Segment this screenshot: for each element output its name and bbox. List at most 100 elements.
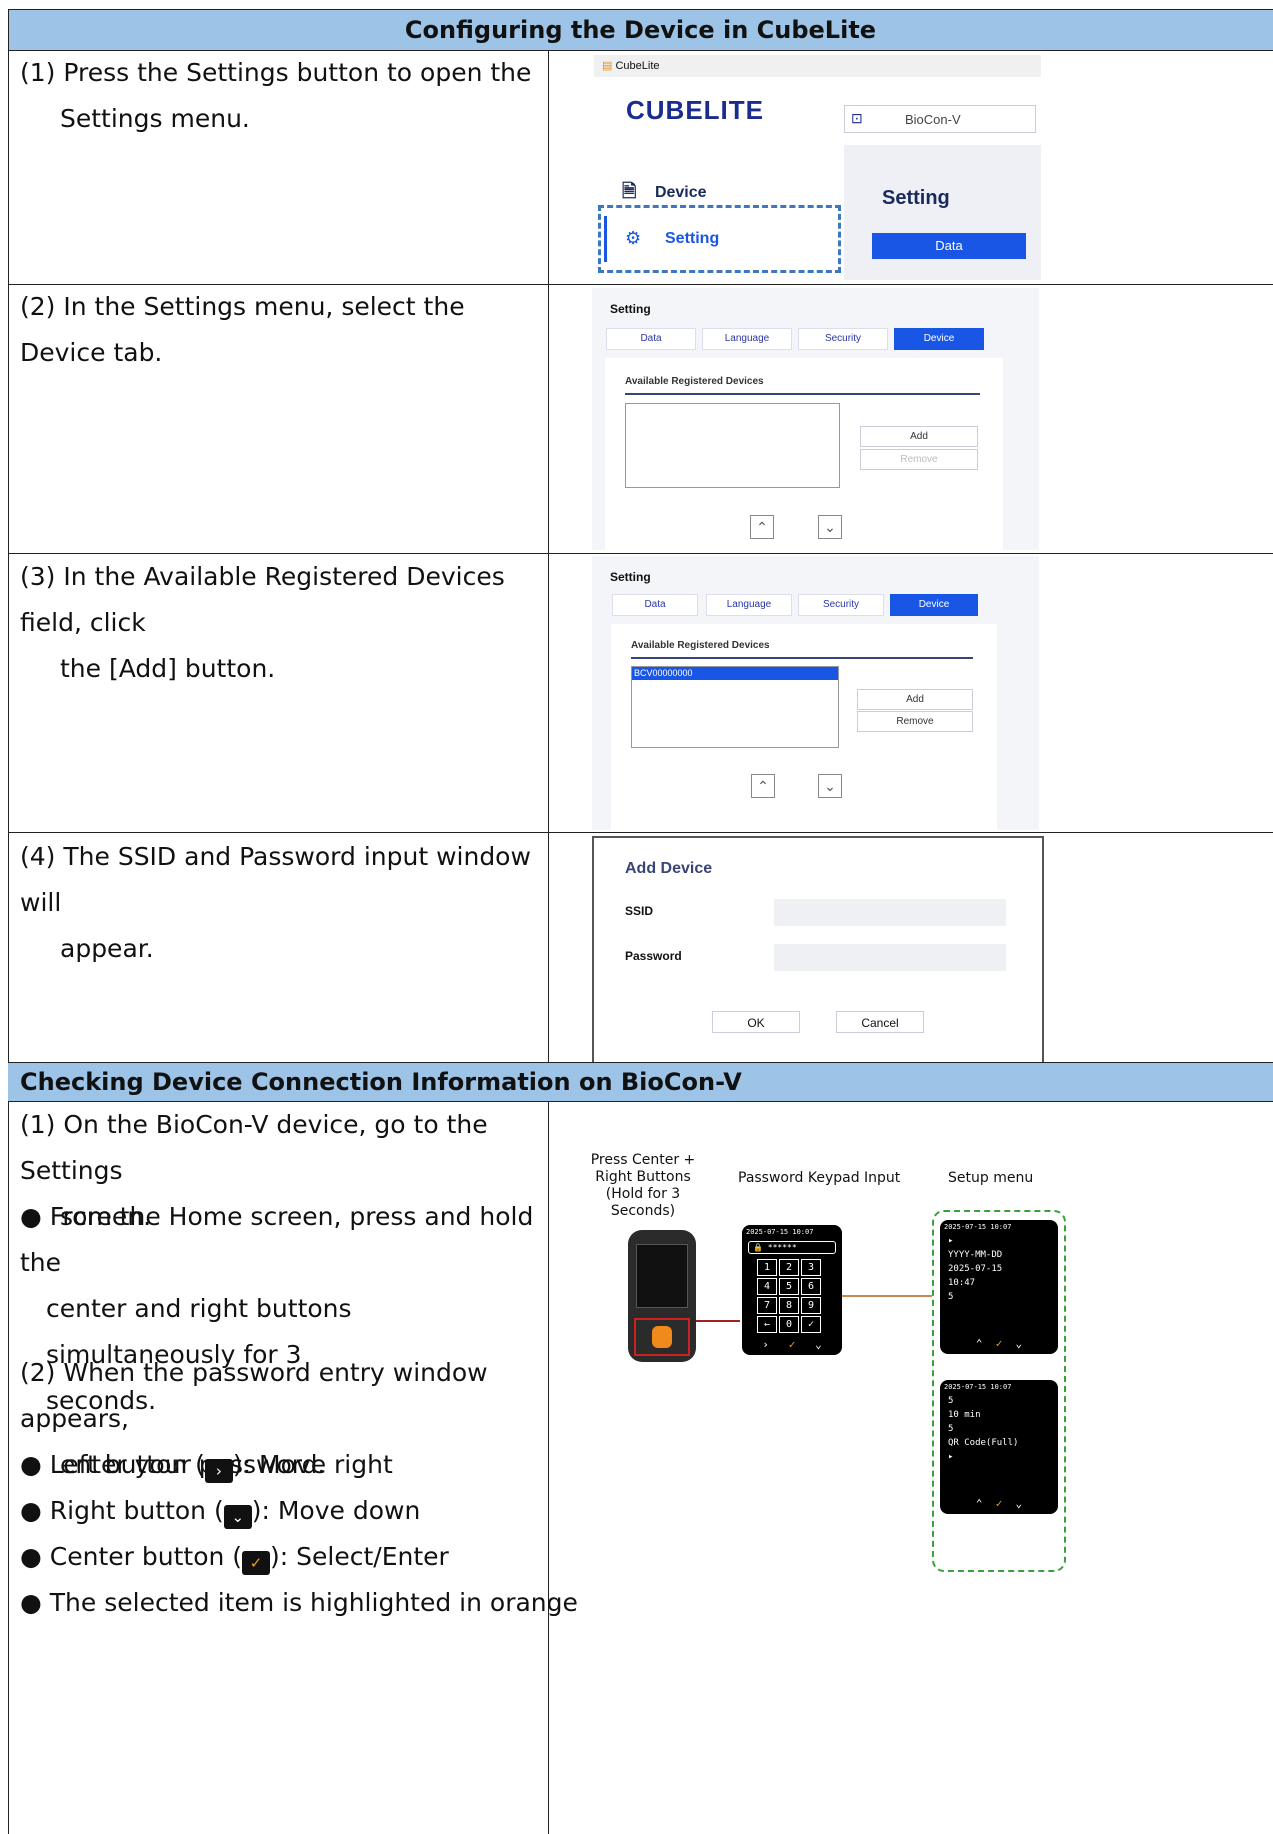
cancel-button[interactable]: Cancel [836, 1011, 924, 1033]
settings-title: Setting [610, 570, 651, 584]
label-setup: Setup menu [948, 1170, 1034, 1186]
device-selector[interactable]: ⊡ BioCon-V [844, 105, 1036, 133]
key: 0 [779, 1316, 799, 1333]
panel-title: Setting [882, 187, 950, 209]
device-screen [636, 1244, 688, 1308]
tab-security[interactable]: Security [798, 594, 884, 616]
active-indicator [604, 216, 607, 262]
setup-lcd-1: 2025-07-15 10:07 ▸ YYYY-MM-DD 2025-07-15… [940, 1220, 1058, 1354]
step-3: (3) In the Available Registered Devices … [20, 562, 505, 683]
s2-bullet-center: ● Center button (✓): Select/Enter [20, 1534, 449, 1580]
check-icon: ✓ [242, 1551, 271, 1575]
dialog-title: Add Device [625, 860, 713, 877]
window-titlebar: ▤ CubeLite [594, 55, 1041, 77]
lcd-nav: › ✓ ⌄ [762, 1338, 822, 1351]
menu-setting[interactable]: ⚙ Setting [598, 205, 841, 273]
add-button[interactable]: Add [857, 689, 973, 710]
key: ← [757, 1316, 777, 1333]
tab-security[interactable]: Security [798, 328, 888, 350]
column-divider [548, 1102, 549, 1834]
key: 3 [801, 1259, 821, 1276]
section-label: Available Registered Devices [631, 640, 770, 651]
key: 1 [757, 1259, 777, 1276]
chevron-right-icon: › [204, 1459, 233, 1483]
section-header-checking: Checking Device Connection Information o… [8, 1063, 1273, 1101]
label-keypad: Password Keypad Input [738, 1170, 901, 1186]
settings-screenshot-empty: Setting Data Language Security Device Av… [592, 288, 1039, 550]
chevron-down-icon: ⌄ [223, 1505, 252, 1529]
key: ✓ [801, 1316, 821, 1333]
section-header-configuring: Configuring the Device in CubeLite [8, 10, 1273, 50]
tab-language[interactable]: Language [706, 594, 792, 616]
section-underline [625, 393, 980, 395]
table-left-border [8, 9, 9, 1834]
app-icon: ▤ [602, 60, 613, 72]
settings-panel: Setting Data [844, 145, 1041, 280]
tab-device[interactable]: Device [890, 594, 978, 616]
ok-button[interactable]: OK [712, 1011, 800, 1033]
document-icon: 🗎 [622, 181, 637, 201]
tab-data[interactable]: Data [606, 328, 696, 350]
keypad-lcd: 2025-07-15 10:07 🔒 ****** 123 456 789 ← 0… [742, 1225, 842, 1355]
tab-device[interactable]: Device [894, 328, 984, 350]
section-label: Available Registered Devices [625, 376, 764, 387]
arrow-to-keypad [696, 1320, 740, 1322]
lcd-time: 2025-07-15 10:07 [746, 1228, 814, 1236]
chevron-down-icon[interactable]: ⌄ [818, 774, 842, 798]
password-field[interactable] [774, 944, 1006, 971]
ssid-field[interactable] [774, 899, 1006, 926]
section-title: Checking Device Connection Information o… [20, 1068, 742, 1096]
key: 4 [757, 1278, 777, 1295]
table-border [8, 9, 1273, 10]
bullet-icon: ● [20, 1202, 42, 1231]
biocon-device [628, 1230, 696, 1362]
s2-bullet-right: ● Right button (⌄): Move down [20, 1488, 420, 1534]
device-list[interactable]: BCV00000000 [631, 666, 839, 748]
label-press: Press Center + Right Buttons (Hold for 3… [590, 1152, 696, 1219]
column-divider [548, 50, 549, 1062]
device-orange-button [652, 1326, 672, 1348]
settings-screenshot-with-device: Setting Data Language Security Device Av… [592, 556, 1039, 830]
key: 5 [779, 1278, 799, 1295]
key: 9 [801, 1297, 821, 1314]
remove-button[interactable]: Remove [860, 449, 978, 470]
add-device-dialog: Add Device SSID Password OK Cancel [592, 836, 1044, 1064]
cubelite-screenshot: ▤ CubeLite CUBELITE ⊡ BioCon-V Setting D… [594, 55, 1041, 280]
device-list-item[interactable]: BCV00000000 [632, 667, 838, 680]
password-display: 🔒 ****** [748, 1241, 836, 1254]
cubelite-logo: CUBELITE [626, 95, 764, 125]
chevron-up-icon[interactable]: ⌃ [750, 515, 774, 539]
key: 2 [779, 1259, 799, 1276]
step-2: (2) In the Settings menu, select the Dev… [20, 292, 465, 367]
keypad-keys: 123 456 789 ← 0 ✓ [742, 1256, 842, 1336]
chevron-up-icon[interactable]: ⌃ [751, 774, 775, 798]
section-title: Configuring the Device in CubeLite [404, 16, 877, 44]
row-divider [8, 832, 1273, 833]
tab-language[interactable]: Language [702, 328, 792, 350]
device-panel: Available Registered Devices Add Remove … [605, 358, 1003, 550]
device-list[interactable] [625, 403, 840, 488]
section-underline [631, 657, 973, 659]
gear-icon: ⚙ [625, 228, 642, 248]
arrow-to-setup [842, 1295, 932, 1297]
s2-bullet-left: ● Left button (›): Move right [20, 1442, 393, 1488]
device-name: BioCon-V [905, 112, 961, 127]
window-title: CubeLite [615, 60, 660, 72]
step-1: (1) Press the Settings button to open th… [20, 58, 532, 133]
tab-data[interactable]: Data [612, 594, 698, 616]
add-button[interactable]: Add [860, 426, 978, 447]
key: 6 [801, 1278, 821, 1295]
step-4: (4) The SSID and Password input window w… [20, 842, 531, 963]
setup-lcd-2: 2025-07-15 10:07 5 10 min 5 QR Code(Full… [940, 1380, 1058, 1514]
cast-icon: ⊡ [851, 110, 863, 126]
s2-bullet-last: ● The selected item is highlighted in or… [20, 1588, 578, 1617]
remove-button[interactable]: Remove [857, 711, 973, 732]
key: 7 [757, 1297, 777, 1314]
chevron-down-icon[interactable]: ⌄ [818, 515, 842, 539]
data-button[interactable]: Data [872, 233, 1026, 259]
biocon-figure: Press Center + Right Buttons (Hold for 3… [560, 1130, 1270, 1572]
device-panel: Available Registered Devices BCV00000000… [611, 624, 997, 830]
key: 8 [779, 1297, 799, 1314]
password-label: Password [625, 949, 682, 963]
settings-title: Setting [610, 302, 651, 316]
